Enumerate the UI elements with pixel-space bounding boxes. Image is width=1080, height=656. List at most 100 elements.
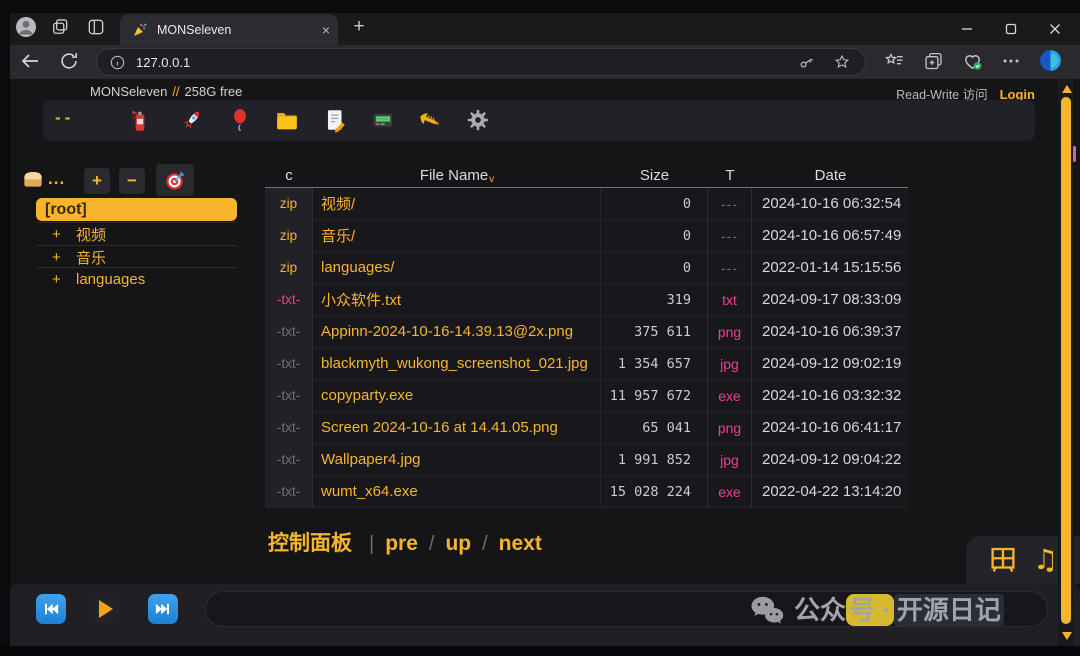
prev-page-link[interactable]: pre	[385, 532, 418, 556]
window-maximize-button[interactable]	[996, 16, 1026, 42]
file-size: 1 354 657	[601, 348, 708, 379]
file-name-link[interactable]: 音乐/	[313, 220, 601, 251]
jump-to-target-button[interactable]	[156, 164, 194, 196]
sidebar-item-root[interactable]: [root]	[36, 198, 237, 221]
memo-icon[interactable]	[322, 107, 348, 133]
browser-tab[interactable]: MONSeleven ×	[120, 14, 338, 45]
column-header-date[interactable]: Date	[752, 164, 909, 186]
more-options-icon[interactable]	[1002, 57, 1020, 65]
previous-track-button[interactable]	[36, 594, 66, 624]
file-name-link[interactable]: blackmyth_wukong_screenshot_021.jpg	[313, 348, 601, 379]
file-name-link[interactable]: languages/	[313, 252, 601, 283]
column-header-type[interactable]: T	[708, 164, 752, 186]
file-action-cell[interactable]: -txt-	[265, 476, 313, 507]
file-action-cell[interactable]: -txt-	[265, 412, 313, 443]
gear-icon[interactable]	[465, 107, 491, 133]
file-size: 15 028 224	[601, 476, 708, 507]
up-dir-link[interactable]: up	[445, 532, 471, 556]
trumpet-icon[interactable]	[416, 107, 442, 133]
password-key-icon[interactable]	[797, 53, 816, 72]
new-tab-button[interactable]: +	[348, 16, 370, 38]
back-icon[interactable]	[18, 49, 42, 73]
file-action-cell[interactable]: zip	[265, 220, 313, 251]
file-type-badge: jpg	[708, 444, 752, 475]
address-bar[interactable]: 127.0.0.1	[96, 48, 866, 76]
sidebar-item-languages[interactable]: +languages	[36, 267, 237, 290]
sidebar-item-视频[interactable]: +视频	[36, 222, 237, 245]
site-info-icon[interactable]	[109, 54, 126, 71]
slash-separator: /	[429, 533, 435, 556]
control-panel-link[interactable]: 控制面板	[268, 527, 352, 557]
rocket-icon[interactable]	[179, 107, 205, 133]
dart-target-icon	[164, 169, 187, 192]
column-header-size[interactable]: Size	[601, 164, 708, 186]
expander-icon[interactable]: +	[52, 226, 76, 243]
file-action-cell[interactable]: zip	[265, 252, 313, 283]
file-type-badge: ---	[708, 188, 752, 219]
balloon-icon[interactable]	[227, 107, 253, 133]
file-action-cell[interactable]: -txt-	[265, 284, 313, 315]
workspaces-icon[interactable]	[50, 17, 70, 37]
file-name-link[interactable]: 小众软件.txt	[313, 284, 601, 315]
bread-icon[interactable]	[20, 166, 46, 192]
next-track-button[interactable]	[148, 594, 178, 624]
tab-close-icon[interactable]: ×	[322, 23, 330, 37]
column-header-name[interactable]: File Namev	[313, 164, 601, 186]
next-page-link[interactable]: next	[499, 532, 542, 556]
file-date: 2024-10-16 06:57:49	[752, 220, 909, 251]
file-size: 0	[601, 252, 708, 283]
column-header-c[interactable]: c	[265, 164, 313, 186]
tab-actions-icon[interactable]	[86, 17, 106, 37]
scrollbar-position-mark	[1073, 146, 1076, 162]
watermark-highlight: 号 ·	[846, 594, 894, 626]
expander-icon[interactable]: +	[52, 271, 76, 288]
favorites-bar-icon[interactable]	[884, 51, 905, 72]
browser-essentials-icon[interactable]	[961, 50, 984, 73]
refresh-icon[interactable]	[58, 50, 80, 72]
favorite-star-icon[interactable]	[833, 53, 851, 71]
file-type-badge: png	[708, 412, 752, 443]
breadcrumb-site[interactable]: MONSeleven	[90, 84, 167, 99]
window-bottom-edge	[0, 646, 1080, 656]
file-date: 2024-09-12 09:02:19	[752, 348, 909, 379]
file-name-link[interactable]: Appinn-2024-10-16-14.39.13@2x.png	[313, 316, 601, 347]
breadcrumb: MONSeleven//258G free	[90, 84, 242, 99]
profile-avatar-icon[interactable]	[14, 15, 38, 39]
collections-icon[interactable]	[923, 51, 944, 72]
file-action-cell[interactable]: zip	[265, 188, 313, 219]
file-action-cell[interactable]: -txt-	[265, 316, 313, 347]
file-action-cell[interactable]: -txt-	[265, 380, 313, 411]
breadcrumb-separator: //	[172, 84, 179, 99]
tree-collapse-button[interactable]: −	[119, 168, 145, 194]
file-type-badge: jpg	[708, 348, 752, 379]
scrollbar-up-arrow[interactable]	[1062, 85, 1072, 93]
folder-icon[interactable]	[274, 107, 300, 133]
collapse-toolbar-button[interactable]: --	[55, 108, 74, 128]
sidebar-item-音乐[interactable]: +音乐	[36, 245, 237, 268]
sidebar-more-dots[interactable]: ...	[48, 169, 65, 189]
file-action-cell[interactable]: -txt-	[265, 348, 313, 379]
music-note-icon[interactable]: ♫	[1033, 546, 1058, 574]
file-type-badge: exe	[708, 380, 752, 411]
file-name-link[interactable]: Screen 2024-10-16 at 14.41.05.png	[313, 412, 601, 443]
window-close-button[interactable]	[1040, 16, 1070, 42]
file-name-link[interactable]: Wallpaper4.jpg	[313, 444, 601, 475]
file-name-link[interactable]: 视频/	[313, 188, 601, 219]
table-row: -txt-Appinn-2024-10-16-14.39.13@2x.png37…	[265, 316, 909, 348]
window-minimize-button[interactable]	[952, 16, 982, 42]
tree-expand-button[interactable]: +	[84, 168, 110, 194]
play-button[interactable]	[90, 594, 120, 624]
expander-icon[interactable]: +	[52, 249, 76, 266]
file-name-link[interactable]: wumt_x64.exe	[313, 476, 601, 507]
copilot-icon[interactable]	[1038, 48, 1063, 73]
scrollbar-down-arrow[interactable]	[1062, 632, 1072, 640]
grid-view-icon[interactable]	[988, 545, 1018, 575]
pager-icon[interactable]	[370, 107, 396, 133]
file-action-cell[interactable]: -txt-	[265, 444, 313, 475]
file-name-link[interactable]: copyparty.exe	[313, 380, 601, 411]
table-row: zip音乐/0---2024-10-16 06:57:49	[265, 220, 909, 252]
file-date: 2024-10-16 06:41:17	[752, 412, 909, 443]
fire-extinguisher-icon[interactable]	[127, 107, 153, 133]
scrollbar-thumb[interactable]	[1061, 97, 1071, 624]
table-row: -txt-copyparty.exe11 957 672exe2024-10-1…	[265, 380, 909, 412]
